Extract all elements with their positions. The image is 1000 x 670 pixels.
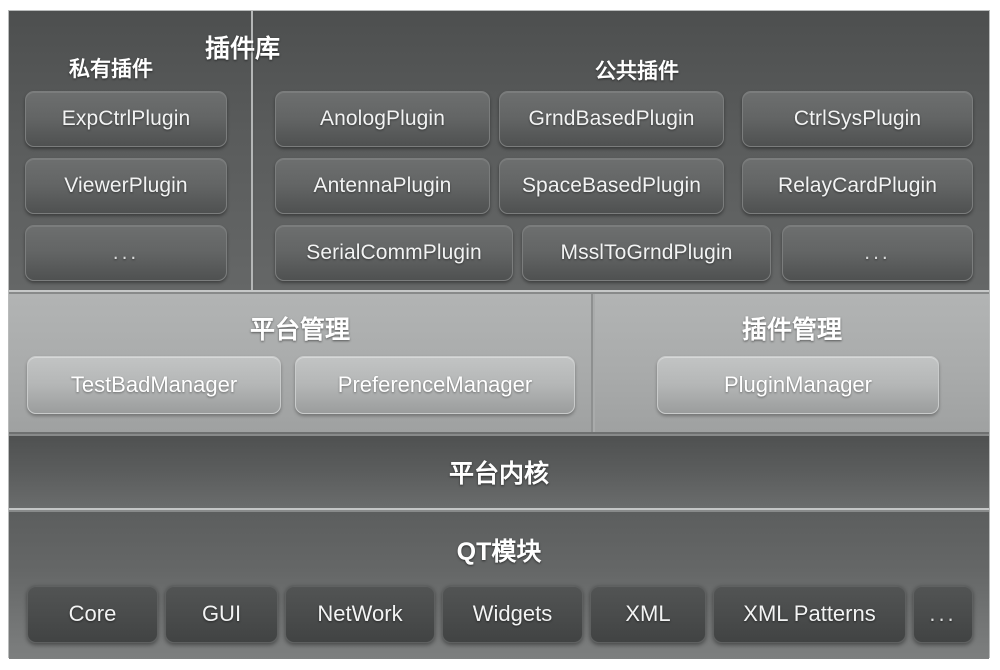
management-section: 平台管理 TestBadManager PreferenceManager 插件…: [9, 294, 989, 434]
architecture-diagram: 插件库 私有插件 公共插件 ExpCtrlPlugin ViewerPlugin…: [8, 10, 990, 659]
platform-management-area: 平台管理 TestBadManager PreferenceManager: [9, 294, 593, 432]
plugin-chip-antennaplugin[interactable]: AntennaPlugin: [275, 158, 490, 214]
qt-module-chip-more[interactable]: ...: [913, 585, 973, 643]
plugin-chip-expctrlplugin[interactable]: ExpCtrlPlugin: [25, 91, 227, 147]
platform-management-title: 平台管理: [249, 316, 350, 344]
plugin-chip-grndbasedplugin[interactable]: GrndBasedPlugin: [499, 91, 724, 147]
plugin-management-title: 插件管理: [741, 316, 842, 344]
qt-module-title: QT模块: [456, 538, 542, 566]
plugin-chip-private-more[interactable]: ...: [25, 225, 227, 281]
public-plugins-title: 公共插件: [595, 60, 679, 83]
manager-chip-testbadmanager[interactable]: TestBadManager: [27, 356, 281, 414]
qt-module-chip-gui[interactable]: GUI: [165, 585, 278, 643]
qt-module-chip-widgets[interactable]: Widgets: [442, 585, 583, 643]
qt-module-chip-xml-patterns[interactable]: XML Patterns: [713, 585, 906, 643]
qt-module-chip-core[interactable]: Core: [27, 585, 158, 643]
plugin-chip-mssltogrndplugin[interactable]: MsslToGrndPlugin: [522, 225, 771, 281]
plugin-chip-viewerplugin[interactable]: ViewerPlugin: [25, 158, 227, 214]
plugin-management-area: 插件管理 PluginManager: [595, 294, 989, 432]
plugin-chip-spacebasedplugin[interactable]: SpaceBasedPlugin: [499, 158, 724, 214]
manager-chip-preferencemanager[interactable]: PreferenceManager: [295, 356, 575, 414]
private-plugins-title: 私有插件: [69, 58, 153, 81]
plugin-chip-relaycardplugin[interactable]: RelayCardPlugin: [742, 158, 973, 214]
plugin-library-title: 插件库: [205, 35, 281, 63]
plugin-library-section: 插件库 私有插件 公共插件 ExpCtrlPlugin ViewerPlugin…: [9, 11, 989, 292]
platform-kernel-title: 平台内核: [448, 460, 549, 488]
qt-module-chip-xml[interactable]: XML: [590, 585, 706, 643]
manager-chip-pluginmanager[interactable]: PluginManager: [657, 356, 939, 414]
plugin-chip-serialcommplugin[interactable]: SerialCommPlugin: [275, 225, 513, 281]
plugin-chip-ctrlsysplugin[interactable]: CtrlSysPlugin: [742, 91, 973, 147]
plugin-chip-anologplugin[interactable]: AnologPlugin: [275, 91, 490, 147]
platform-kernel-section: 平台内核: [9, 436, 989, 510]
plugin-chip-public-more[interactable]: ...: [782, 225, 973, 281]
qt-module-chip-network[interactable]: NetWork: [285, 585, 435, 643]
qt-module-section: QT模块 Core GUI NetWork Widgets XML XML Pa…: [9, 512, 989, 659]
